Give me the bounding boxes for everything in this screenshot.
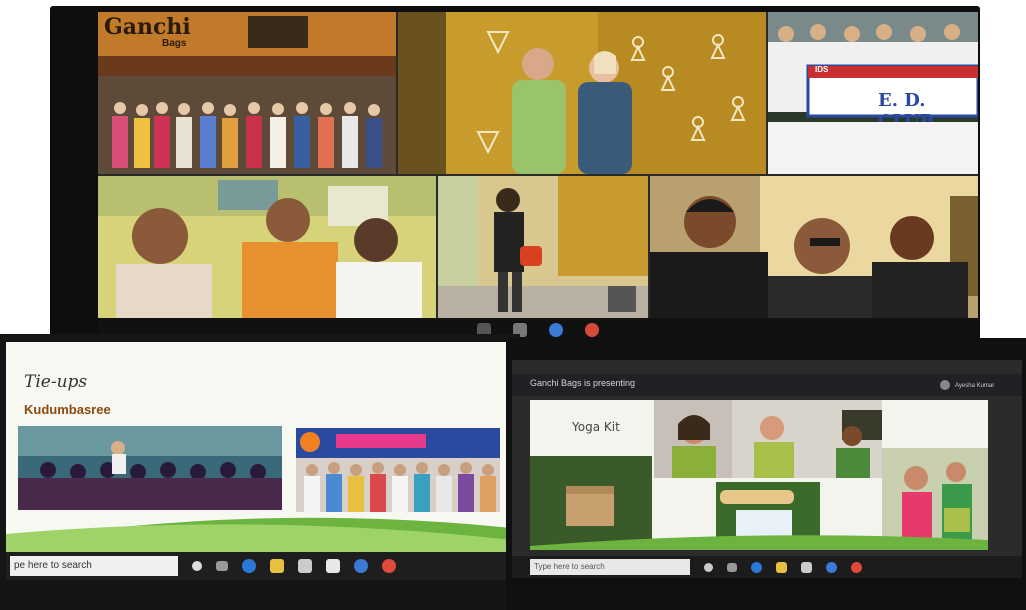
taskbar-search-box-right[interactable]: Type here to search: [530, 559, 690, 575]
task-view-icon[interactable]: [216, 561, 228, 571]
ganchi-sign-text: Ganchi: [104, 14, 191, 40]
cortana-icon-right[interactable]: [704, 562, 713, 572]
share-icon[interactable]: [549, 323, 563, 337]
zoom-icon[interactable]: [354, 559, 368, 573]
ganchi-sign-sub: Bags: [162, 38, 187, 49]
photo-tile-selfie[interactable]: [650, 176, 978, 318]
record-icon[interactable]: [585, 323, 599, 337]
chrome-icon[interactable]: [382, 559, 396, 573]
cortana-icon[interactable]: [192, 561, 202, 571]
avatar: [940, 380, 950, 390]
edge-icon-right[interactable]: [751, 561, 762, 573]
slide-subtitle-kudumbasree: Kudumbasree: [24, 402, 111, 417]
ed-banner-small: IDS: [815, 65, 829, 74]
empty-tile: [768, 122, 978, 174]
photo-kudumbasree-banner[interactable]: [296, 428, 500, 512]
photo-yoga-mat[interactable]: [716, 482, 820, 550]
slide-title-yoga-kit: Yoga Kit: [572, 420, 620, 434]
photo-yoga-pair[interactable]: [732, 400, 882, 478]
photo-tile-couple[interactable]: [398, 12, 766, 174]
store-icon[interactable]: [298, 559, 312, 573]
photo-yoga-woman-1[interactable]: [654, 400, 732, 478]
chrome-icon-right[interactable]: [851, 561, 862, 573]
photo-tile-three-men[interactable]: [98, 176, 436, 318]
mail-icon[interactable]: [326, 559, 340, 573]
task-view-icon-right[interactable]: [727, 562, 737, 572]
left-taskbar: pe here to search: [6, 552, 512, 580]
photo-yoga-box[interactable]: [530, 456, 652, 550]
presenting-label: Ganchi Bags is presenting: [530, 378, 636, 388]
zoom-icon-right[interactable]: [826, 561, 837, 573]
folder-icon[interactable]: [270, 559, 284, 573]
slide-title-tie-ups: Tie-ups: [24, 372, 88, 392]
edge-icon[interactable]: [242, 559, 256, 573]
photo-tile-man-red-bag[interactable]: [438, 176, 648, 318]
folder-icon-right[interactable]: [776, 561, 787, 573]
presenter-name: Ayesha Kumar: [955, 383, 995, 389]
video-call-grid: Ganchi Bags IDS E. D.: [98, 12, 978, 318]
right-taskbar: Type here to search: [512, 556, 1022, 578]
taskbar-search-box[interactable]: pe here to search: [10, 556, 178, 576]
photo-kudumbasree-meeting[interactable]: [18, 426, 282, 510]
store-icon-right[interactable]: [801, 561, 812, 573]
photo-yoga-woman-bag[interactable]: [882, 448, 988, 550]
